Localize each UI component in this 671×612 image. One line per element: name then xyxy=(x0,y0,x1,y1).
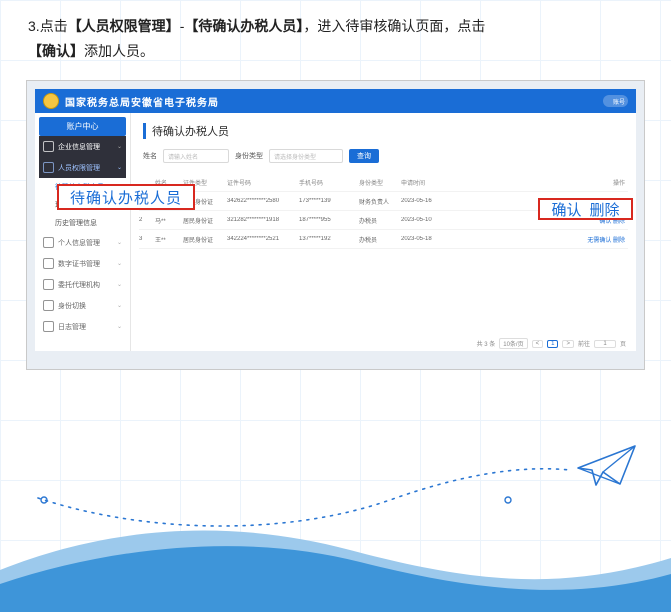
step-index: 3. xyxy=(28,18,40,34)
row-ops[interactable]: 无需确认 删除 xyxy=(445,235,628,244)
main-panel: 待确认办税人员 姓名 请输入姓名 身份类型 请选择身份类型 查询 姓名 证件类型 xyxy=(131,113,636,351)
sidebar-item-switch[interactable]: 身份切换⌄ xyxy=(39,295,126,316)
table-header: 姓名 证件类型 证件号码 手机号码 身份类型 申请时间 操作 xyxy=(139,173,628,192)
emblem-icon xyxy=(43,93,59,109)
paper-plane-icon xyxy=(578,446,635,485)
sidebar-item-company[interactable]: 企业信息管理 ⌄ xyxy=(39,136,126,157)
pager-size[interactable]: 10条/页 xyxy=(499,338,527,349)
input-name[interactable]: 请输入姓名 xyxy=(163,149,229,163)
switch-icon xyxy=(43,300,54,311)
callout-pending-label: 待确认办税人员 xyxy=(57,184,195,210)
link-permission: 【人员权限管理】 xyxy=(68,18,180,34)
sidebar-item-cert[interactable]: 数字证书管理⌄ xyxy=(39,253,126,274)
decorative-curve xyxy=(30,440,641,540)
company-icon xyxy=(43,141,54,152)
table-row: 3 王** 居民身份证 342224********2521 137*****1… xyxy=(139,230,628,249)
callout-ops: 确认 删除 xyxy=(538,198,633,220)
sidebar-item-permission[interactable]: 人员权限管理 ⌄ xyxy=(39,157,126,178)
link-pending: 【待确认办税人员】 xyxy=(184,18,303,34)
link-confirm: 【确认】 xyxy=(28,43,84,59)
bottom-wave xyxy=(0,522,671,612)
pager: 共 3 条 10条/页 < 1 > 前往 1 页 xyxy=(477,338,626,349)
chevron-icon: ⌄ xyxy=(117,281,122,288)
pager-next[interactable]: > xyxy=(562,340,574,348)
pager-goto-label: 前往 xyxy=(578,339,590,348)
sidebar-sub-history[interactable]: 历史管理信息 xyxy=(39,214,126,232)
pager-total: 共 3 条 xyxy=(477,339,496,348)
pager-unit: 页 xyxy=(620,339,626,348)
instruction-text: 3.点击【人员权限管理】-【待确认办税人员】，进入待审核确认页面，点击 【确认】… xyxy=(0,0,671,66)
log-icon xyxy=(43,321,54,332)
label-name: 姓名 xyxy=(143,151,157,161)
chevron-icon: ⌄ xyxy=(117,239,122,246)
callout-confirm: 确认 xyxy=(551,199,581,220)
screenshot-frame: 国家税务总局安徽省电子税务局 账号 账户中心 企业信息管理 ⌄ 人员权限管理 xyxy=(26,80,645,370)
pager-prev[interactable]: < xyxy=(532,340,544,348)
account-badge[interactable]: 账号 xyxy=(603,95,628,107)
search-button[interactable]: 查询 xyxy=(349,149,379,163)
sidebar-item-log[interactable]: 日志管理⌄ xyxy=(39,316,126,337)
page-title: 待确认办税人员 xyxy=(143,123,624,139)
select-role[interactable]: 请选择身份类型 xyxy=(269,149,343,163)
cert-icon xyxy=(43,258,54,269)
label-role: 身份类型 xyxy=(235,151,263,161)
app-header: 国家税务总局安徽省电子税务局 账号 xyxy=(35,89,636,113)
sidebar-item-agency[interactable]: 委托代理机构⌄ xyxy=(39,274,126,295)
pager-page[interactable]: 1 xyxy=(547,340,558,348)
chevron-icon: ⌄ xyxy=(117,164,122,171)
user-icon xyxy=(43,162,54,173)
chevron-icon: ⌄ xyxy=(117,323,122,330)
pager-goto-input[interactable]: 1 xyxy=(594,340,616,348)
chevron-icon: ⌄ xyxy=(117,302,122,309)
app-window: 国家税务总局安徽省电子税务局 账号 账户中心 企业信息管理 ⌄ 人员权限管理 xyxy=(35,89,636,351)
gear-icon xyxy=(43,237,54,248)
agency-icon xyxy=(43,279,54,290)
chevron-icon: ⌄ xyxy=(117,260,122,267)
app-title: 国家税务总局安徽省电子税务局 xyxy=(65,94,219,109)
callout-delete: 删除 xyxy=(590,199,620,220)
sidebar-item-personal[interactable]: 个人信息管理⌄ xyxy=(39,232,126,253)
chevron-icon: ⌄ xyxy=(117,143,122,150)
sidebar-primary[interactable]: 账户中心 xyxy=(39,117,126,136)
search-bar: 姓名 请输入姓名 身份类型 请选择身份类型 查询 xyxy=(143,149,624,163)
sidebar: 账户中心 企业信息管理 ⌄ 人员权限管理 ⌄ 待确认办税人员 现有办税人员 历史… xyxy=(35,113,131,351)
